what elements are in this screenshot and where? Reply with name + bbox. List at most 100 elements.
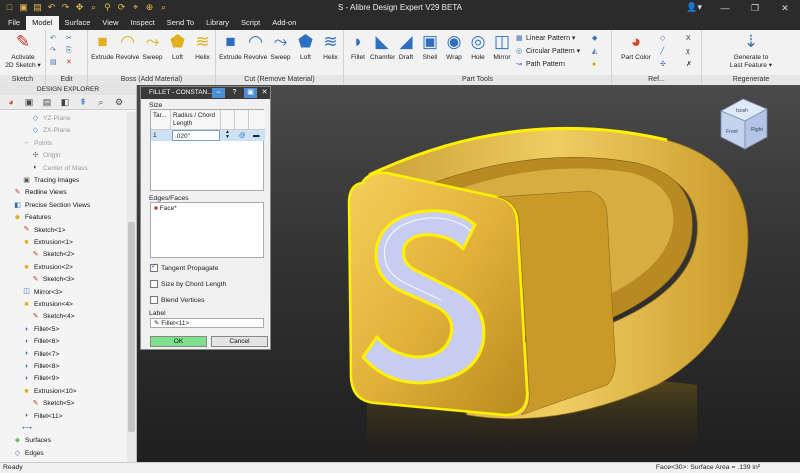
- tree-node[interactable]: ◗ Fillet<11>: [22, 411, 62, 423]
- generate-to-last-feature-button[interactable]: ⇣ Generate to Last Feature ▾: [720, 32, 782, 70]
- cut-extrude-button[interactable]: ■ Extrude: [218, 32, 243, 62]
- boss-sweep-button[interactable]: ⤳ Sweep: [140, 32, 165, 62]
- tree-node[interactable]: ✣ Origin: [31, 150, 61, 162]
- part_tools-chamfer-button[interactable]: ◣ Chamfer: [370, 32, 395, 62]
- tree-node[interactable]: ◧ Precise Section Views: [13, 200, 90, 212]
- checkbox[interactable]: [150, 280, 158, 288]
- delete-button[interactable]: ✕: [66, 58, 76, 67]
- tree-node[interactable]: ◈ Surfaces: [13, 435, 51, 447]
- layers-icon[interactable]: ◧: [58, 97, 72, 108]
- search-icon[interactable]: ⌕: [94, 97, 108, 108]
- tree-node[interactable]: ◆ Features: [13, 212, 51, 224]
- feature-label-input[interactable]: ✎ Fillet<11>: [150, 318, 264, 328]
- script-tool-button[interactable]: ✗: [686, 60, 696, 69]
- tree-node[interactable]: ⁘ Points: [22, 138, 53, 150]
- gear-icon[interactable]: ⚙: [112, 97, 126, 108]
- redo-button[interactable]: ↷: [50, 46, 60, 55]
- boss-revolve-button[interactable]: ◠ Revolve: [115, 32, 140, 62]
- tree-node[interactable]: ■ Extrusion<4>: [22, 299, 72, 311]
- maximize-button[interactable]: ❐: [740, 0, 770, 16]
- user-account-icon[interactable]: 👤▾: [686, 2, 702, 13]
- tree-node[interactable]: ✎ Sketch<2>: [31, 249, 75, 261]
- tab-inspect[interactable]: Inspect: [125, 16, 161, 30]
- circular-pattern-button[interactable]: ◎ Circular Pattern ▾: [516, 47, 580, 56]
- blend-vertices-checkbox[interactable]: Blend Vertices: [150, 296, 204, 305]
- copy-button[interactable]: ⎘: [66, 46, 76, 55]
- shape-tool-button[interactable]: ◆: [592, 34, 602, 43]
- linear-pattern-button[interactable]: ▦ Linear Pattern ▾: [516, 34, 575, 43]
- script-tool-button[interactable]: χ: [686, 47, 696, 56]
- checkbox[interactable]: [150, 296, 158, 304]
- part-color-button[interactable]: ◕ Part Color: [616, 32, 656, 62]
- part_tools-fillet-button[interactable]: ◗ Fillet: [346, 32, 370, 62]
- tree-node[interactable]: ◗ Fillet<6>: [22, 336, 59, 348]
- path-pattern-button[interactable]: ↝ Path Pattern: [516, 60, 565, 69]
- filter-icon[interactable]: ▣: [22, 97, 36, 108]
- tree-node[interactable]: ◇ YZ-Plane: [31, 113, 71, 125]
- view-cube[interactable]: Isosh Front Right: [715, 93, 775, 155]
- part_tools-mirror-button[interactable]: ◫ Mirror: [490, 32, 514, 62]
- boss-loft-button[interactable]: ⬟ Loft: [165, 32, 190, 62]
- explorer-scrollbar[interactable]: [127, 112, 136, 462]
- tab-view[interactable]: View: [96, 16, 124, 30]
- cancel-button[interactable]: Cancel: [211, 336, 268, 347]
- tree-node[interactable]: ◗ Fillet<5>: [22, 324, 59, 336]
- row-menu-icon[interactable]: ▬: [251, 130, 263, 141]
- tree-node[interactable]: ◗ Fillet<7>: [22, 349, 59, 361]
- tree-node[interactable]: ■ Extrusion<2>: [22, 262, 72, 274]
- tree-node[interactable]: ✎ Redline Views: [13, 187, 67, 199]
- dialog-mode-icon[interactable]: ⇔: [212, 88, 225, 98]
- ref-tool-button[interactable]: ✣: [660, 60, 670, 69]
- tree-node[interactable]: ◗ Fillet<9>: [22, 373, 59, 385]
- tree-node[interactable]: ■ Extrusion<1>: [22, 237, 72, 249]
- script-tool-button[interactable]: X: [686, 34, 696, 43]
- properties-icon[interactable]: ▤: [40, 97, 54, 108]
- shape-tool-button[interactable]: ●: [592, 60, 602, 69]
- color-wheel-icon[interactable]: ◕: [4, 97, 18, 108]
- tree-node[interactable]: ◗ Fillet<8>: [22, 361, 59, 373]
- size-by-chord-length-checkbox[interactable]: Size by Chord Length: [150, 280, 226, 289]
- cut-sweep-button[interactable]: ⤳ Sweep: [268, 32, 293, 62]
- paste-button[interactable]: ▤: [50, 58, 60, 67]
- tab-file[interactable]: File: [2, 16, 26, 30]
- radius-stepper[interactable]: ▲ ▼: [223, 130, 233, 141]
- ok-button[interactable]: OK: [150, 336, 207, 347]
- boss-extrude-button[interactable]: ■ Extrude: [90, 32, 115, 62]
- tab-model[interactable]: Model: [26, 16, 59, 30]
- tree-node[interactable]: ✎ Sketch<5>: [31, 398, 75, 410]
- ref-tool-button[interactable]: ◇: [660, 34, 670, 43]
- close-icon[interactable]: ✕: [258, 88, 271, 98]
- cut-helix-button[interactable]: ≋ Helix: [318, 32, 343, 62]
- checkbox[interactable]: [150, 263, 158, 272]
- link-icon[interactable]: @: [237, 130, 247, 141]
- tree-node[interactable]: ◫ Mirror<3>: [22, 287, 62, 299]
- collapse-icon[interactable]: ⇞: [76, 97, 90, 108]
- cut-button[interactable]: ✂: [66, 34, 76, 43]
- tree-node[interactable]: ■ Extrusion<10>: [22, 386, 76, 398]
- activate-2d-sketch-button[interactable]: ✎ Activate 2D Sketch ▾: [3, 32, 43, 70]
- part_tools-hole-button[interactable]: ◎ Hole: [466, 32, 490, 62]
- view-cube-front-label[interactable]: Front: [726, 129, 738, 135]
- tab-send-to[interactable]: Send To: [161, 16, 200, 30]
- cut-revolve-button[interactable]: ◠ Revolve: [243, 32, 268, 62]
- table-row[interactable]: 1 .020" ▲ ▼ @ ▬: [151, 130, 265, 141]
- pin-icon[interactable]: ▣: [244, 88, 257, 98]
- shape-tool-button[interactable]: ◭: [592, 47, 602, 56]
- part_tools-draft-button[interactable]: ◢ Draft: [394, 32, 418, 62]
- scrollbar-thumb[interactable]: [128, 222, 135, 432]
- tree-node[interactable]: ✎ Sketch<1>: [22, 225, 66, 237]
- undo-button[interactable]: ↶: [50, 34, 60, 43]
- view-cube-right-label[interactable]: Right: [751, 127, 763, 133]
- tree-node[interactable]: ◇ Edges: [13, 448, 44, 460]
- help-icon[interactable]: ?: [228, 88, 241, 98]
- boss-helix-button[interactable]: ≋ Helix: [190, 32, 215, 62]
- tree-node[interactable]: ◇ ZX-Plane: [31, 125, 71, 137]
- tab-library[interactable]: Library: [200, 16, 235, 30]
- tangent-propagate-checkbox[interactable]: Tangent Propagate: [150, 263, 218, 273]
- tab-add-on[interactable]: Add-on: [266, 16, 302, 30]
- tree-node[interactable]: ▣ Tracing Images: [22, 175, 79, 187]
- part_tools-wrap-button[interactable]: ◉ Wrap: [442, 32, 466, 62]
- radius-input[interactable]: .020": [172, 130, 220, 141]
- ref-tool-button[interactable]: ╱: [660, 47, 670, 56]
- tree-node[interactable]: ◐ Center of Mass: [31, 163, 87, 175]
